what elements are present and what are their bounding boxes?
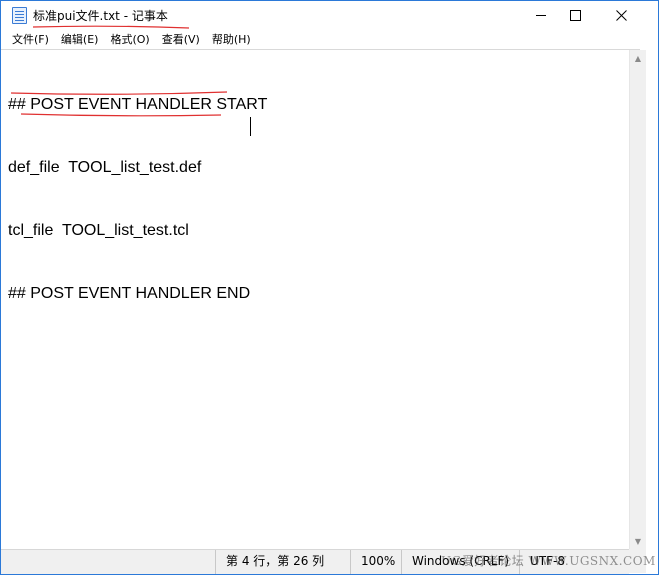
notepad-window: 标准pui文件.txt - 记事本 文件(F) 编辑(E) 格式(O) 查看(V… xyxy=(0,0,659,575)
maximize-icon xyxy=(569,10,581,21)
minimize-icon xyxy=(536,15,546,16)
scroll-up-icon[interactable]: ▲ xyxy=(630,50,646,66)
text-line: def_file TOOL_list_test.def xyxy=(8,159,202,176)
editor-content[interactable]: ## POST EVENT HANDLER START def_file TOO… xyxy=(8,52,267,346)
menu-help[interactable]: 帮助(H) xyxy=(206,30,257,49)
notepad-icon xyxy=(12,7,27,24)
scroll-down-icon[interactable]: ▼ xyxy=(630,533,646,549)
text-editor[interactable]: ## POST EVENT HANDLER START def_file TOO… xyxy=(1,49,640,550)
menu-edit[interactable]: 编辑(E) xyxy=(55,30,105,49)
status-zoom: 100% xyxy=(350,550,401,574)
text-line: tcl_file TOOL_list_test.tcl xyxy=(8,222,189,239)
text-line: ## POST EVENT HANDLER END xyxy=(8,285,251,302)
menu-bar: 文件(F) 编辑(E) 格式(O) 查看(V) 帮助(H) xyxy=(1,30,658,49)
status-cursor-position: 第 4 行，第 26 列 xyxy=(215,550,350,574)
menu-file[interactable]: 文件(F) xyxy=(6,30,55,49)
close-icon xyxy=(615,10,627,21)
menu-format[interactable]: 格式(O) xyxy=(104,30,155,49)
menu-view[interactable]: 查看(V) xyxy=(156,30,206,49)
red-underline-title xyxy=(33,25,189,29)
maximize-button[interactable] xyxy=(552,1,598,30)
close-button[interactable] xyxy=(598,1,644,30)
window-title: 标准pui文件.txt - 记事本 xyxy=(33,9,168,23)
watermark: UG爱好者论坛 WWW.UGSNX.COM xyxy=(441,554,656,568)
text-line: ## POST EVENT HANDLER START xyxy=(8,96,268,113)
text-caret xyxy=(250,117,251,136)
vertical-scrollbar[interactable]: ▲ ▼ xyxy=(629,50,646,549)
title-bar[interactable]: 标准pui文件.txt - 记事本 xyxy=(1,1,658,30)
